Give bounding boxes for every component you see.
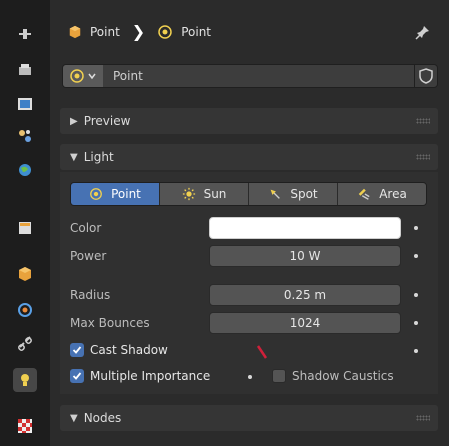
mouse-cursor-icon (256, 345, 268, 359)
output-tab[interactable] (13, 92, 37, 116)
scene-tab[interactable] (13, 158, 37, 182)
tool-icon (19, 29, 31, 39)
chevron-right-icon: ❯ (131, 22, 146, 41)
light-type-point[interactable]: Point (71, 183, 160, 205)
unchecked-box-icon (272, 369, 286, 383)
pin-icon (415, 26, 429, 40)
properties-editor: Point ❯ Point Point ▶ Preview ▼ Light Po… (50, 0, 449, 446)
point-light-icon (70, 69, 84, 83)
power-label: Power (70, 249, 107, 263)
constraints-tab[interactable] (13, 332, 37, 356)
multiple-importance-checkbox[interactable]: Multiple Importance (70, 369, 210, 383)
drag-grip-icon[interactable] (416, 118, 430, 124)
object-tab[interactable] (13, 262, 37, 286)
constraints-icon (18, 336, 32, 351)
keyframe-dot-icon[interactable] (414, 254, 418, 258)
area-icon (358, 188, 370, 200)
object-icon (69, 25, 81, 38)
light-type-sun[interactable]: Sun (160, 183, 249, 205)
radius-field[interactable]: 0.25 m (209, 284, 401, 306)
shadow-caustics-label: Shadow Caustics (292, 369, 394, 383)
checkmark-icon (70, 343, 84, 357)
fake-user-button[interactable] (414, 65, 437, 87)
physics-icon (18, 303, 32, 317)
light-type-label: Point (111, 187, 141, 201)
render-tab[interactable] (13, 58, 37, 82)
world-tab[interactable] (13, 216, 37, 240)
panel-header-light[interactable]: ▼ Light (60, 144, 438, 170)
physics-tab[interactable] (13, 298, 37, 322)
datablock-name-field[interactable]: Point (103, 69, 414, 83)
breadcrumb-object-name: Point (90, 24, 120, 39)
breadcrumb-data-name: Point (181, 24, 211, 39)
light-type-selector: Point Sun Spot Area (70, 182, 427, 206)
keyframe-dot-icon[interactable] (414, 349, 418, 353)
world-icon (19, 222, 31, 234)
panel-title: Light (83, 150, 114, 164)
breadcrumb: Point ❯ Point (68, 22, 211, 41)
drag-grip-icon[interactable] (416, 154, 430, 160)
cast-shadow-checkbox[interactable]: Cast Shadow (70, 343, 168, 357)
color-swatch[interactable] (209, 217, 401, 239)
object-icon (19, 267, 31, 281)
triangle-down-icon: ▼ (70, 151, 78, 163)
cast-shadow-label: Cast Shadow (90, 343, 168, 357)
triangle-right-icon: ▶ (70, 115, 78, 127)
light-data-tab[interactable] (13, 368, 37, 392)
keyframe-dot-icon[interactable] (414, 293, 418, 297)
triangle-down-icon: ▼ (70, 412, 78, 424)
render-icon (19, 64, 31, 75)
texture-icon (18, 419, 32, 433)
scene-icon (19, 164, 31, 176)
shadow-caustics-checkbox[interactable]: Shadow Caustics (272, 369, 394, 383)
light-type-label: Sun (203, 187, 227, 201)
output-icon (18, 98, 32, 110)
color-label: Color (70, 221, 102, 235)
light-data-icon (21, 374, 29, 386)
point-light-icon (158, 24, 172, 39)
texture-tab[interactable] (13, 414, 37, 438)
radius-label: Radius (70, 288, 111, 302)
keyframe-dot-icon[interactable] (414, 226, 418, 230)
light-datablock-selector: Point (62, 64, 438, 88)
power-field[interactable]: 10 W (209, 245, 401, 267)
view-layer-tab[interactable] (13, 124, 37, 148)
light-type-spot[interactable]: Spot (249, 183, 338, 205)
properties-tab-sidebar (0, 0, 50, 446)
checkmark-icon (70, 369, 84, 383)
sun-icon (182, 187, 195, 201)
point-light-icon (90, 188, 102, 200)
panel-title: Preview (83, 114, 131, 128)
panel-title: Nodes (83, 411, 122, 425)
max-bounces-label: Max Bounces (70, 316, 150, 330)
light-type-label: Spot (290, 187, 318, 201)
tool-tab[interactable] (13, 22, 37, 46)
chevron-down-icon (88, 73, 96, 80)
multiple-importance-label: Multiple Importance (90, 369, 211, 383)
spot-icon (270, 189, 281, 199)
datablock-browse-button[interactable] (63, 65, 103, 87)
panel-header-preview[interactable]: ▶ Preview (60, 108, 438, 134)
view-layer-icon (19, 130, 31, 142)
pin-button[interactable] (415, 24, 431, 43)
max-bounces-field[interactable]: 1024 (209, 312, 401, 334)
light-type-label: Area (379, 187, 407, 201)
panel-header-nodes[interactable]: ▼ Nodes (60, 405, 438, 431)
keyframe-dot-icon[interactable] (414, 321, 418, 325)
shield-icon (419, 68, 433, 84)
drag-grip-icon[interactable] (416, 415, 430, 421)
light-type-area[interactable]: Area (338, 183, 426, 205)
keyframe-dot-icon[interactable] (248, 375, 252, 379)
